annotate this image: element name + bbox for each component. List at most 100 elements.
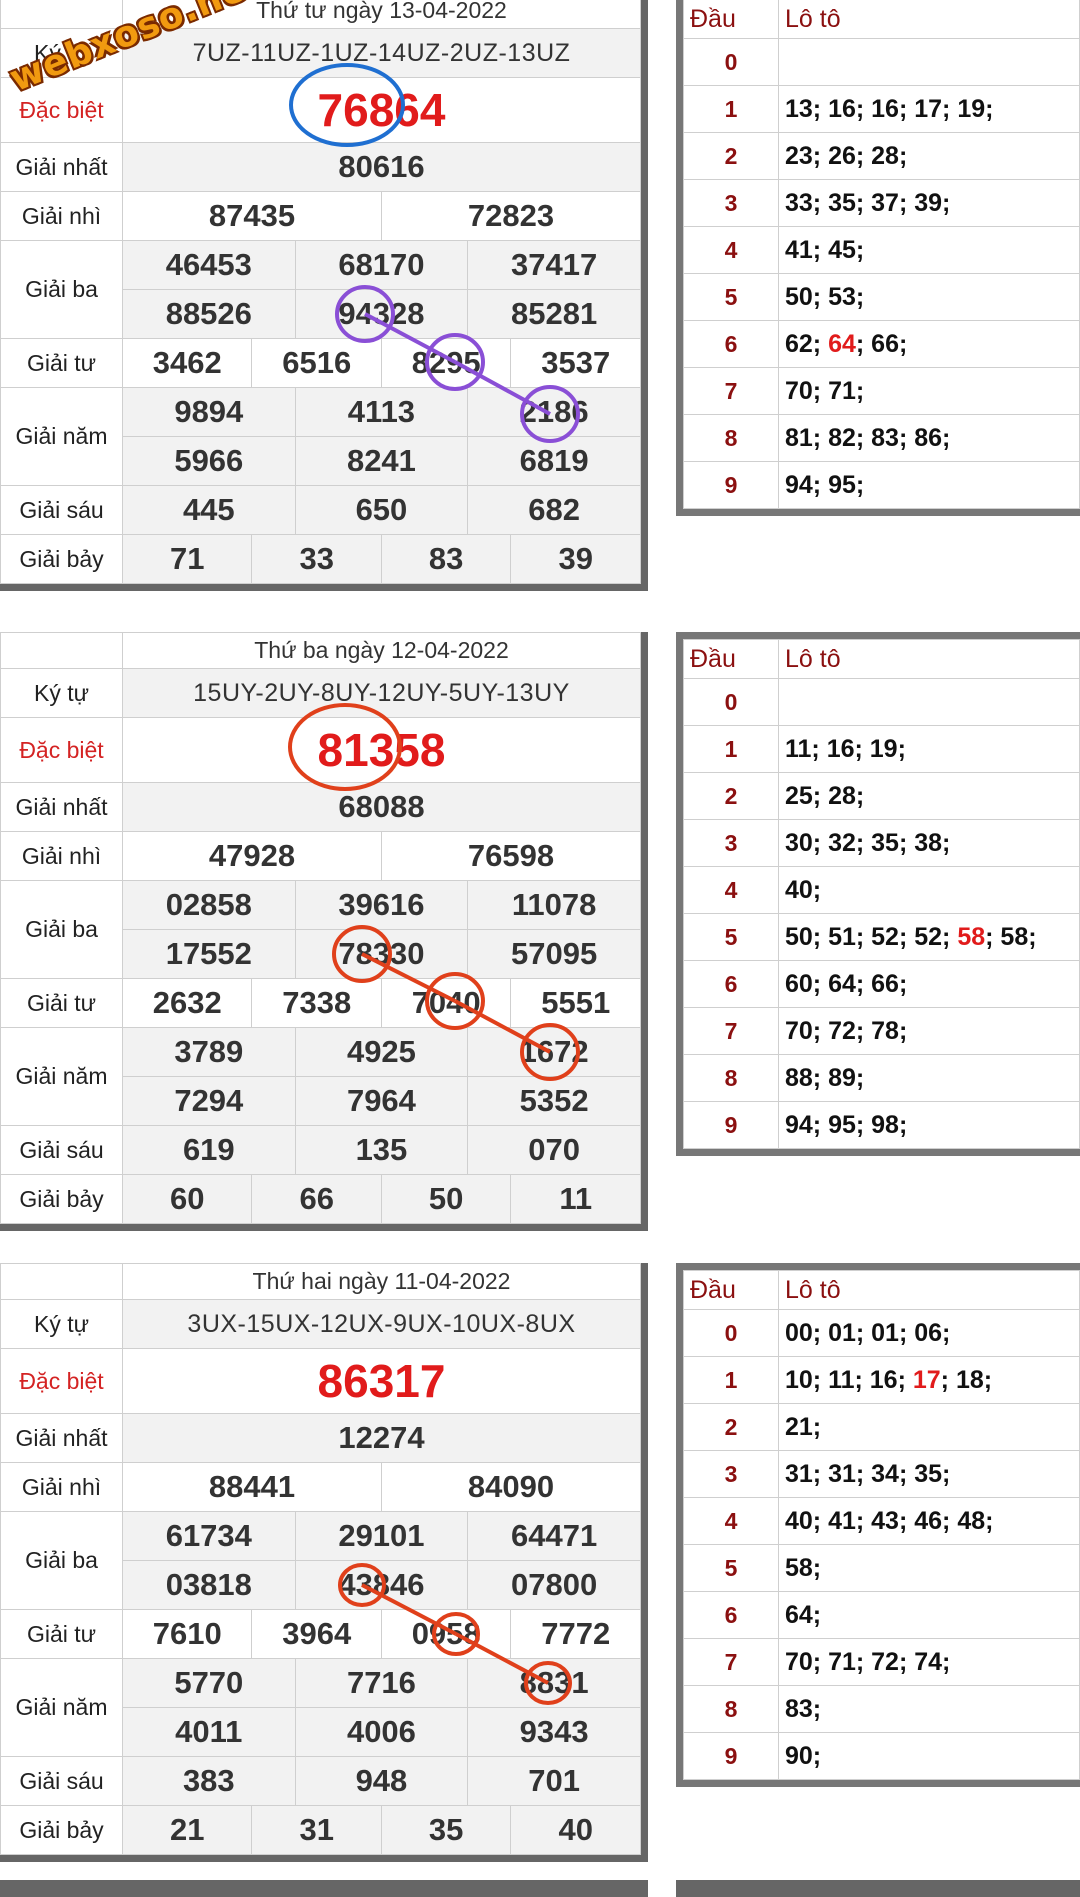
dau-digit: 6 <box>683 1591 779 1639</box>
draw-section: Thứ ba ngày 12-04-2022 Ký tự 15UY-2UY-8UY… <box>0 632 1080 1252</box>
dau-digit: 1 <box>683 85 779 133</box>
dau-digit: 9 <box>683 1101 779 1149</box>
prize-5-value: 3789 <box>122 1027 296 1077</box>
dau-digit: 4 <box>683 1497 779 1545</box>
loto-table: Đầu Lô tô 0 00; 01; 01; 06; 1 10; 11; 16; 17;… <box>676 1263 1080 1787</box>
label-giai-bay: Giải bảy <box>0 534 123 584</box>
draw-title: Thứ ba ngày 12-04-2022 <box>122 632 641 669</box>
dau-digit: 1 <box>683 725 779 773</box>
prize-3-value: 02858 <box>122 880 296 930</box>
loto-header: Lô tô <box>778 1270 1080 1310</box>
prize-3-value: 57095 <box>467 929 641 979</box>
dau-digit: 5 <box>683 1544 779 1592</box>
label-giai-bay: Giải bảy <box>0 1805 123 1855</box>
loto-values: 25; 28; <box>778 772 1080 820</box>
label-giai-nhat: Giải nhất <box>0 1413 123 1463</box>
prize-3-value: 17552 <box>122 929 296 979</box>
loto-values: 00; 01; 01; 06; <box>778 1309 1080 1357</box>
dau-digit: 4 <box>683 866 779 914</box>
prize-7-value: 39 <box>510 534 641 584</box>
loto-values: 70; 72; 78; <box>778 1007 1080 1055</box>
label-giai-tu: Giải tư <box>0 1609 123 1659</box>
dau-digit: 8 <box>683 1685 779 1733</box>
loto-values: 40; 41; 43; 46; 48; <box>778 1497 1080 1545</box>
draw-section: Thứ hai ngày 11-04-2022 Ký tự 3UX-15UX-12… <box>0 1263 1080 1883</box>
prize-3-value: 29101 <box>294 1511 469 1561</box>
spacer <box>0 1263 123 1300</box>
loto-values: 13; 16; 16; 17; 19; <box>778 85 1080 133</box>
prize-1: 12274 <box>122 1413 641 1463</box>
loto-values: 31; 31; 34; 35; <box>778 1450 1080 1498</box>
loto-values: 50; 51; 52; 52; 58; 58; <box>778 913 1080 961</box>
prize-4-value: 0958 <box>380 1609 512 1659</box>
loto-values: 94; 95; 98; <box>778 1101 1080 1149</box>
loto-values: 62; 64; 66; <box>778 320 1080 368</box>
prize-4-value: 2632 <box>121 978 253 1028</box>
prize-4-value: 5551 <box>510 978 641 1028</box>
prize-2-value: 76598 <box>380 831 642 881</box>
loto-values: 50; 53; <box>778 273 1080 321</box>
prize-4-value: 7040 <box>380 978 512 1028</box>
special-prize: 76864 <box>122 77 641 143</box>
prize-5-value: 4925 <box>294 1027 469 1077</box>
loto-values: 11; 16; 19; <box>778 725 1080 773</box>
dau-digit: 6 <box>683 960 779 1008</box>
prize-5-value: 5352 <box>467 1076 641 1126</box>
prize-4-value: 7610 <box>121 1609 253 1659</box>
dau-digit: 5 <box>683 273 779 321</box>
loto-table: Đầu Lô tô 0 1 11; 16; 19; 2 25; 28; 3 30; 32; 35… <box>676 632 1080 1156</box>
prize-6-value: 948 <box>294 1756 469 1806</box>
label-giai-tu: Giải tư <box>0 978 123 1028</box>
prize-1: 80616 <box>122 142 641 192</box>
prize-5-value: 5966 <box>122 436 296 486</box>
dau-digit: 4 <box>683 226 779 274</box>
spacer <box>0 632 123 669</box>
loto-values: 83; <box>778 1685 1080 1733</box>
prize-2-value: 47928 <box>122 831 382 881</box>
prize-5-value: 4011 <box>122 1707 296 1757</box>
dau-digit: 3 <box>683 819 779 867</box>
prize-4-value: 6516 <box>251 338 382 388</box>
dau-digit: 2 <box>683 772 779 820</box>
prize-3-value: 43846 <box>294 1560 469 1610</box>
draw-title: Thứ hai ngày 11-04-2022 <box>122 1263 641 1300</box>
prize-7-value: 21 <box>121 1805 253 1855</box>
prize-5-value: 9894 <box>122 387 296 437</box>
dau-digit: 0 <box>683 1309 779 1357</box>
prize-3-value: 94328 <box>294 289 469 339</box>
prize-7-value: 11 <box>510 1174 641 1224</box>
prize-6-value: 682 <box>467 485 641 535</box>
prize-7-value: 66 <box>251 1174 382 1224</box>
dau-digit: 1 <box>683 1356 779 1404</box>
label-giai-nam: Giải năm <box>0 387 123 486</box>
label-kytu: Ký tự <box>0 1299 123 1349</box>
dau-digit: 9 <box>683 461 779 509</box>
dau-header: Đầu <box>683 1270 779 1310</box>
loto-highlight: 17 <box>912 1365 941 1394</box>
loto-highlight: 64 <box>828 329 856 358</box>
prize-6-value: 619 <box>122 1125 296 1175</box>
label-kytu: Ký tự <box>0 668 123 718</box>
dau-digit: 8 <box>683 414 779 462</box>
dau-header: Đầu <box>683 0 779 39</box>
loto-values <box>778 38 1080 86</box>
label-giai-sau: Giải sáu <box>0 1756 123 1806</box>
label-giai-bay: Giải bảy <box>0 1174 123 1224</box>
label-dac-biet: Đặc biệt <box>0 717 123 783</box>
prize-5-value: 5770 <box>122 1658 296 1708</box>
prize-5-value: 6819 <box>467 436 641 486</box>
loto-values: 30; 32; 35; 38; <box>778 819 1080 867</box>
loto-values: 40; <box>778 866 1080 914</box>
label-giai-tu: Giải tư <box>0 338 123 388</box>
prize-3-value: 85281 <box>467 289 641 339</box>
prize-3-value: 07800 <box>467 1560 641 1610</box>
label-giai-ba: Giải ba <box>0 240 123 339</box>
prize-5-value: 8241 <box>294 436 469 486</box>
loto-values: 64; <box>778 1591 1080 1639</box>
dau-digit: 7 <box>683 367 779 415</box>
prize-4-value: 8295 <box>380 338 512 388</box>
loto-header: Lô tô <box>778 0 1080 39</box>
prize-4-value: 3462 <box>121 338 253 388</box>
prize-7-value: 31 <box>251 1805 382 1855</box>
prize-3-value: 61734 <box>122 1511 296 1561</box>
